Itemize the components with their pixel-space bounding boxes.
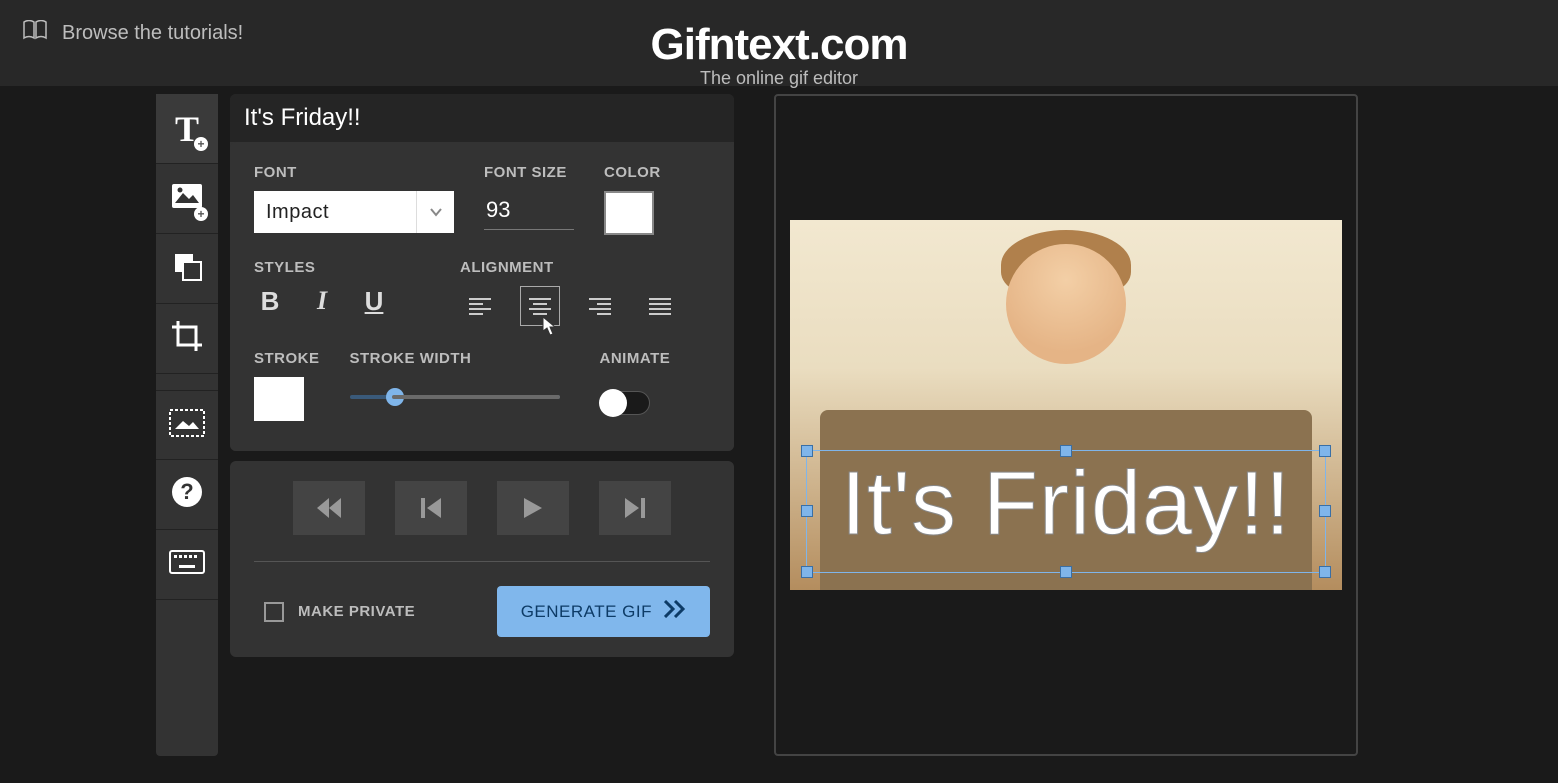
tutorials-link[interactable]: Browse the tutorials!	[22, 20, 243, 46]
top-bar: Browse the tutorials! Gifntext.com The o…	[0, 0, 1558, 86]
text-color-swatch[interactable]	[604, 191, 654, 235]
site-title-block: Gifntext.com The online gif editor	[651, 20, 908, 89]
book-icon	[22, 20, 48, 46]
plus-badge-icon: +	[194, 207, 208, 221]
playback-export-box: MAKE PRIVATE GENERATE GIF	[230, 461, 734, 657]
toggle-knob	[599, 389, 627, 417]
gif-preview[interactable]: It's Friday!!	[790, 220, 1342, 590]
color-label: COLOR	[604, 164, 661, 181]
playback-controls	[254, 481, 710, 562]
font-select[interactable]: Impact	[254, 191, 454, 233]
canvas-panel: It's Friday!!	[774, 94, 1358, 756]
step-forward-button[interactable]	[599, 481, 671, 535]
generate-label: GENERATE GIF	[521, 602, 652, 622]
italic-button[interactable]: I	[306, 286, 338, 317]
stroke-width-slider[interactable]	[350, 395, 560, 399]
font-value: Impact	[266, 201, 329, 224]
site-subtitle: The online gif editor	[651, 68, 908, 89]
tool-shape-layer[interactable]	[156, 234, 218, 304]
animate-label: ANIMATE	[600, 350, 671, 367]
properties-panel: It's Friday!! FONT Impact FONT SIZE	[230, 94, 734, 756]
resize-handle[interactable]	[801, 445, 813, 457]
layers-icon	[171, 250, 203, 287]
text-input-display[interactable]: It's Friday!!	[230, 94, 734, 142]
private-checkbox[interactable]	[264, 602, 284, 622]
font-size-input[interactable]	[484, 191, 574, 230]
generate-gif-button[interactable]: GENERATE GIF	[497, 586, 710, 637]
resize-handle[interactable]	[1319, 445, 1331, 457]
step-back-button[interactable]	[395, 481, 467, 535]
resize-handle[interactable]	[1060, 445, 1072, 457]
preview-decor	[1006, 244, 1126, 364]
resize-handle[interactable]	[1319, 505, 1331, 517]
play-button[interactable]	[497, 481, 569, 535]
bold-button[interactable]: B	[254, 286, 286, 317]
font-size-label: FONT SIZE	[484, 164, 574, 181]
tool-crop[interactable]	[156, 304, 218, 374]
underline-button[interactable]: U	[358, 286, 390, 317]
align-justify-button[interactable]	[640, 286, 680, 326]
stroke-color-swatch[interactable]	[254, 377, 304, 421]
stroke-width-label: STROKE WIDTH	[350, 350, 560, 367]
help-icon: ?	[171, 476, 203, 513]
make-private-label: MAKE PRIVATE	[298, 603, 415, 620]
align-right-button[interactable]	[580, 286, 620, 326]
rewind-button[interactable]	[293, 481, 365, 535]
resize-handle[interactable]	[801, 505, 813, 517]
tool-add-image[interactable]: +	[156, 164, 218, 234]
tool-frame-range[interactable]	[156, 390, 218, 460]
workspace: T + + ?	[0, 86, 1558, 756]
align-left-button[interactable]	[460, 286, 500, 326]
tutorials-label: Browse the tutorials!	[62, 22, 243, 45]
svg-text:?: ?	[180, 479, 193, 504]
site-title: Gifntext.com	[651, 20, 908, 70]
slider-thumb[interactable]	[386, 388, 404, 406]
tool-add-text[interactable]: T +	[156, 94, 218, 164]
crop-icon	[170, 319, 204, 358]
animate-toggle[interactable]	[600, 391, 650, 415]
text-properties-box: FONT Impact FONT SIZE COLOR	[230, 142, 734, 451]
tool-help[interactable]: ?	[156, 460, 218, 530]
double-chevron-right-icon	[664, 600, 686, 623]
caption-text[interactable]: It's Friday!!	[807, 451, 1325, 572]
left-toolbar: T + + ?	[156, 94, 218, 756]
frames-icon	[169, 409, 205, 442]
tool-keyboard[interactable]	[156, 530, 218, 600]
alignment-label: ALIGNMENT	[460, 259, 680, 276]
styles-label: STYLES	[254, 259, 390, 276]
resize-handle[interactable]	[1319, 566, 1331, 578]
resize-handle[interactable]	[801, 566, 813, 578]
resize-handle[interactable]	[1060, 566, 1072, 578]
font-label: FONT	[254, 164, 454, 181]
make-private-option[interactable]: MAKE PRIVATE	[254, 602, 415, 622]
chevron-down-icon	[416, 191, 454, 233]
plus-badge-icon: +	[194, 137, 208, 151]
text-selection-box[interactable]: It's Friday!!	[806, 450, 1326, 573]
align-center-button[interactable]	[520, 286, 560, 326]
keyboard-icon	[169, 550, 205, 579]
stroke-label: STROKE	[254, 350, 320, 367]
